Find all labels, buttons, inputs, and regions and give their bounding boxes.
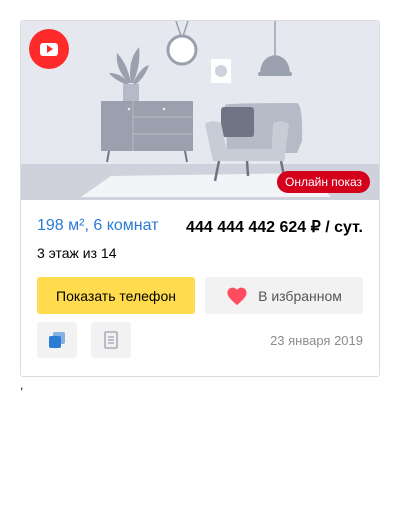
online-showing-badge: Онлайн показ — [277, 171, 371, 193]
document-icon — [104, 331, 118, 349]
document-button[interactable] — [91, 322, 131, 358]
listing-photo[interactable]: Онлайн показ — [21, 21, 379, 200]
area-rooms-link[interactable]: 198 м², 6 комнат — [37, 217, 159, 235]
price: 444 444 442 624 ₽ / сут. — [186, 219, 363, 236]
favorite-button[interactable]: В избранном — [205, 277, 363, 314]
copy-icon — [49, 332, 65, 348]
favorite-label: В избранном — [258, 287, 342, 304]
listing-card[interactable]: Онлайн показ 198 м², 6 комнат 444 444 44… — [20, 20, 380, 377]
publication-date: 23 января 2019 — [270, 333, 363, 348]
show-phone-button[interactable]: Показать телефон — [37, 277, 195, 314]
youtube-play-icon — [40, 42, 58, 56]
copy-button[interactable] — [37, 322, 77, 358]
video-button[interactable] — [29, 29, 69, 69]
stray-comma: , — [20, 378, 24, 392]
heart-icon — [227, 287, 247, 305]
show-phone-label: Показать телефон — [56, 287, 176, 304]
floor-info: 3 этаж из 14 — [37, 245, 117, 261]
